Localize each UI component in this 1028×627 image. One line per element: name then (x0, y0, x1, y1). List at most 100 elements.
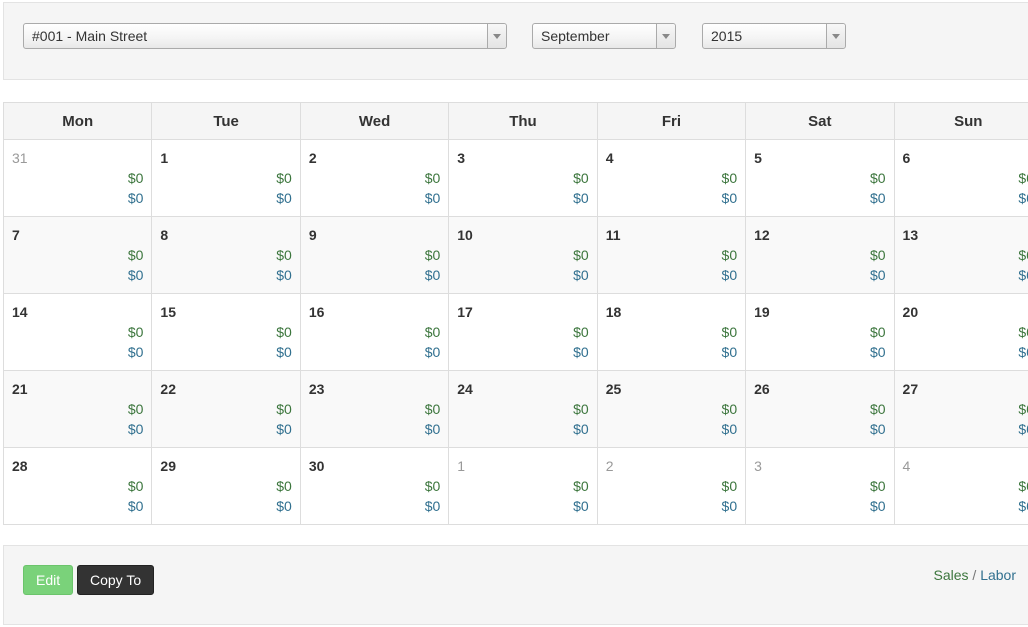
day-cell[interactable]: 3 $0 $0 (448, 139, 598, 217)
labor-amount: $0 (721, 421, 738, 437)
day-cell[interactable]: 17 $0 $0 (448, 293, 598, 371)
day-cell[interactable]: 8 $0 $0 (151, 216, 301, 294)
day-cell[interactable]: 27 $0 $0 (893, 370, 1028, 448)
day-cell[interactable]: 24 $0 $0 (448, 370, 598, 448)
day-number: 22 (160, 381, 176, 397)
day-cell[interactable]: 14 $0 $0 (2, 293, 153, 371)
sales-amount: $0 (424, 247, 441, 263)
day-cell[interactable]: 4 $0 $0 (596, 139, 747, 217)
legend-labor: Labor (980, 567, 1016, 583)
sales-amount: $0 (869, 478, 886, 494)
day-cell[interactable]: 25 $0 $0 (596, 370, 747, 448)
day-number: 16 (308, 304, 325, 320)
sales-amount: $0 (721, 170, 738, 186)
weekday-header: Mon (2, 102, 153, 140)
labor-amount: $0 (276, 267, 292, 283)
month-select-value: September (541, 28, 610, 44)
day-cell[interactable]: 13 $0 $0 (893, 216, 1028, 294)
day-number: 12 (754, 227, 770, 243)
day-cell[interactable]: 18 $0 $0 (596, 293, 747, 371)
week-row: 7 $0 $0 8 $0 $0 9 $0 $0 10 $0 $0 11 $0 $0 12 $0 $0 13 $0 $0 (2, 216, 1028, 294)
day-cell[interactable]: 29 $0 $0 (151, 447, 301, 525)
day-number: 29 (160, 458, 176, 474)
labor-amount: $0 (1018, 190, 1028, 206)
sales-amount: $0 (721, 401, 738, 417)
day-number: 15 (160, 304, 176, 320)
day-cell[interactable]: 9 $0 $0 (299, 216, 450, 294)
labor-amount: $0 (721, 344, 738, 360)
day-cell[interactable]: 11 $0 $0 (596, 216, 747, 294)
month-select[interactable]: September (532, 23, 676, 49)
day-cell[interactable]: 2 $0 $0 (596, 447, 747, 525)
day-cell[interactable]: 21 $0 $0 (2, 370, 153, 448)
sales-amount: $0 (573, 478, 589, 494)
sales-amount: $0 (721, 324, 738, 340)
day-cell[interactable]: 19 $0 $0 (745, 293, 895, 371)
day-cell[interactable]: 7 $0 $0 (2, 216, 153, 294)
day-cell[interactable]: 3 $0 $0 (745, 447, 895, 525)
day-number: 7 (12, 227, 20, 243)
day-cell[interactable]: 30 $0 $0 (299, 447, 450, 525)
chevron-down-icon[interactable] (487, 24, 506, 48)
labor-amount: $0 (1018, 498, 1028, 514)
labor-amount: $0 (127, 267, 144, 283)
sales-amount: $0 (127, 478, 144, 494)
sales-amount: $0 (573, 170, 589, 186)
day-cell[interactable]: 23 $0 $0 (299, 370, 450, 448)
day-number: 30 (308, 458, 325, 474)
day-cell[interactable]: 6 $0 $0 (893, 139, 1028, 217)
sales-amount: $0 (869, 401, 886, 417)
sales-amount: $0 (424, 324, 441, 340)
day-number: 11 (605, 227, 621, 243)
day-number: 4 (902, 458, 911, 474)
day-cell[interactable]: 20 $0 $0 (893, 293, 1028, 371)
labor-amount: $0 (424, 190, 441, 206)
day-cell[interactable]: 16 $0 $0 (299, 293, 450, 371)
legend-separator: / (972, 567, 977, 583)
day-cell[interactable]: 31 $0 $0 (2, 139, 153, 217)
day-cell[interactable]: 1 $0 $0 (151, 139, 301, 217)
day-number: 8 (160, 227, 169, 243)
labor-amount: $0 (276, 498, 292, 514)
day-cell[interactable]: 5 $0 $0 (745, 139, 895, 217)
calendar-grid: Mon Tue Wed Thu Fri Sat Sun 31 $0 $0 1 $0 $0 2… (2, 102, 1028, 525)
day-cell[interactable]: 28 $0 $0 (2, 447, 153, 525)
day-number: 26 (754, 381, 770, 397)
chevron-down-icon[interactable] (656, 24, 675, 48)
sales-amount: $0 (276, 324, 292, 340)
labor-amount: $0 (424, 498, 441, 514)
day-cell[interactable]: 26 $0 $0 (745, 370, 895, 448)
legend-sales: Sales (933, 567, 969, 583)
day-number: 27 (902, 381, 919, 397)
sales-amount: $0 (276, 247, 292, 263)
day-cell[interactable]: 10 $0 $0 (448, 216, 598, 294)
labor-amount: $0 (1018, 267, 1028, 283)
location-select[interactable]: #001 - Main Street (23, 23, 507, 49)
chevron-down-icon[interactable] (826, 24, 845, 48)
day-number: 18 (605, 304, 622, 320)
sales-amount: $0 (276, 478, 292, 494)
sales-amount: $0 (721, 478, 738, 494)
sales-amount: $0 (127, 170, 144, 186)
labor-amount: $0 (127, 421, 144, 437)
labor-amount: $0 (127, 190, 144, 206)
sales-amount: $0 (1018, 478, 1028, 494)
day-cell[interactable]: 15 $0 $0 (151, 293, 301, 371)
day-cell[interactable]: 1 $0 $0 (448, 447, 598, 525)
day-cell[interactable]: 4 $0 $0 (893, 447, 1028, 525)
sales-amount: $0 (127, 247, 144, 263)
day-cell[interactable]: 2 $0 $0 (299, 139, 450, 217)
sales-amount: $0 (276, 401, 292, 417)
day-number: 2 (605, 458, 614, 474)
action-panel: Edit Copy To Sales / Labor (3, 545, 1028, 625)
labor-amount: $0 (127, 498, 144, 514)
edit-button[interactable]: Edit (23, 565, 74, 595)
day-number: 6 (902, 150, 911, 166)
labor-amount: $0 (276, 190, 292, 206)
day-number: 1 (457, 458, 466, 474)
day-cell[interactable]: 12 $0 $0 (745, 216, 895, 294)
year-select[interactable]: 2015 (702, 23, 846, 49)
sales-amount: $0 (1018, 324, 1028, 340)
copy-to-button[interactable]: Copy To (77, 565, 155, 595)
day-cell[interactable]: 22 $0 $0 (151, 370, 301, 448)
